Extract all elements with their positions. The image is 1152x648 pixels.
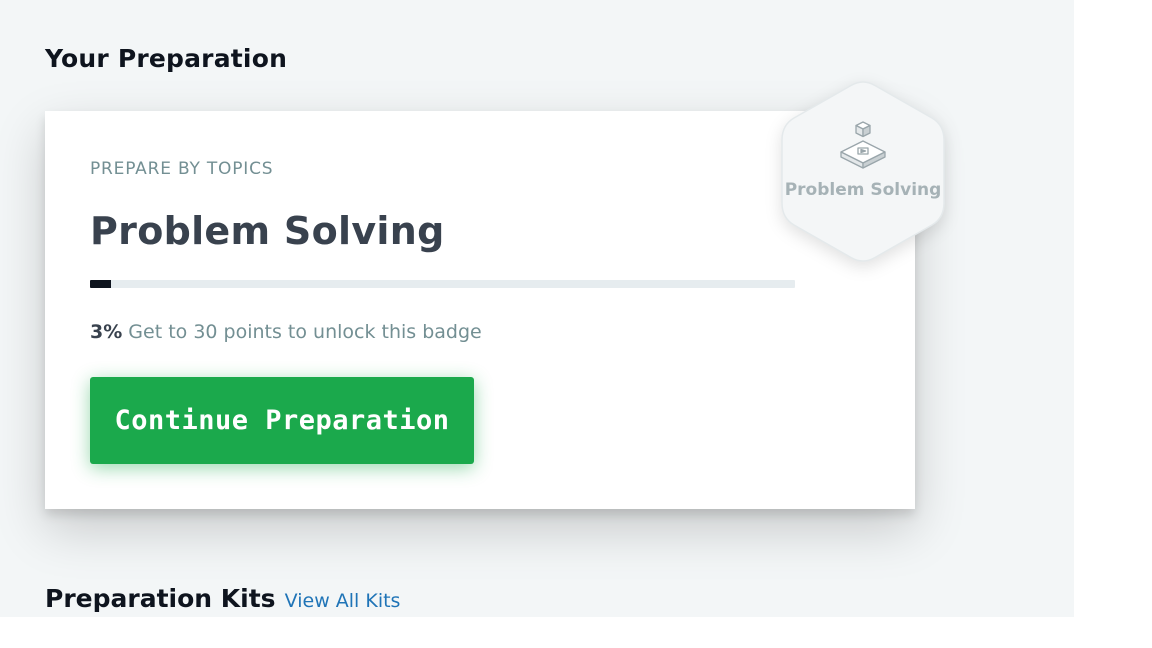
continue-preparation-button[interactable]: Continue Preparation	[90, 377, 474, 464]
section-title: Your Preparation	[45, 44, 288, 73]
card-eyebrow: PREPARE BY TOPICS	[90, 159, 274, 179]
progress-fill	[90, 280, 112, 288]
preparation-kits-title: Preparation Kits	[45, 584, 276, 613]
progress-text: 3% Get to 30 points to unlock this badge	[90, 321, 482, 343]
preparation-kits-header: Preparation Kits View All Kits	[45, 584, 400, 613]
progress-message: Get to 30 points to unlock this badge	[122, 321, 482, 343]
view-all-kits-link[interactable]: View All Kits	[285, 590, 401, 612]
badge-label: Problem Solving	[784, 180, 942, 200]
isometric-blocks-icon	[840, 121, 886, 169]
progress-bar	[90, 280, 795, 288]
progress-percent: 3%	[90, 321, 123, 343]
main-content: Your Preparation PREPARE BY TOPICS Probl…	[0, 0, 1074, 617]
card-title: Problem Solving	[90, 209, 445, 253]
badge[interactable]: Problem Solving	[780, 80, 946, 263]
badge-hexagon	[781, 81, 945, 262]
